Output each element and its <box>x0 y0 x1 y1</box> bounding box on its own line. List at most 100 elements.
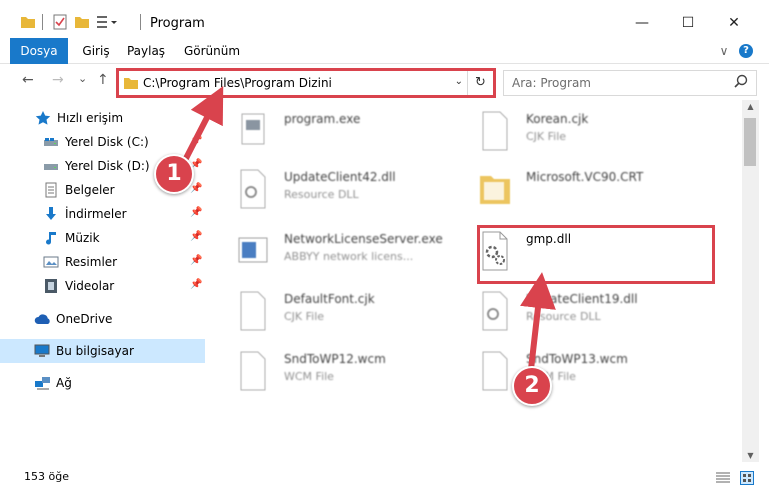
sidebar-item-quick-access[interactable]: Hızlı erişim <box>0 106 205 130</box>
file-item-networklicenseserver[interactable]: NetworkLicenseServer.exe ABBYY network l… <box>236 228 476 280</box>
documents-icon <box>43 182 59 198</box>
downloads-icon <box>43 206 59 222</box>
step-1-badge: 1 <box>154 154 194 194</box>
file-item-updateclient42[interactable]: UpdateClient42.dll Resource DLL <box>236 166 476 218</box>
file-name: program.exe <box>284 112 361 126</box>
file-type: WCM File <box>284 370 334 383</box>
recent-locations-button[interactable]: ⌄ <box>78 72 87 85</box>
forward-button[interactable]: → <box>52 72 64 88</box>
large-icons-view-icon[interactable] <box>740 471 754 488</box>
window-title: Program <box>150 16 205 31</box>
separator <box>140 14 141 30</box>
file-item-korean-cjk[interactable]: Korean.cjk CJK File <box>478 108 718 160</box>
sidebar-item-pictures[interactable]: Resimler 📌 <box>0 250 205 274</box>
scroll-up-icon[interactable]: ▲ <box>742 102 759 111</box>
scroll-thumb[interactable] <box>744 118 756 166</box>
sidebar-item-label: Müzik <box>65 231 100 245</box>
item-count: 153 öğe <box>24 470 69 483</box>
file-name: Microsoft.VC90.CRT <box>526 170 644 184</box>
file-name: SndToWP13.wcm <box>526 352 628 366</box>
sidebar-item-label: Yerel Disk (D:) <box>65 159 150 173</box>
videos-icon <box>43 278 59 294</box>
music-icon <box>43 230 59 246</box>
step-2-badge: 2 <box>512 366 552 406</box>
title-bar: Program — ☐ ✕ <box>0 0 769 38</box>
sidebar-item-videos[interactable]: Videolar 📌 <box>0 274 205 298</box>
address-highlight <box>116 68 496 98</box>
sidebar-item-onedrive[interactable]: OneDrive <box>0 307 205 331</box>
pin-icon[interactable]: 📌 <box>190 231 202 242</box>
tab-view[interactable]: Görünüm <box>182 38 242 64</box>
file-item-sndtowp12[interactable]: SndToWP12.wcm WCM File <box>236 348 476 400</box>
sidebar-item-label: Yerel Disk (C:) <box>65 135 149 149</box>
scroll-down-icon[interactable]: ▼ <box>742 451 759 460</box>
file-item-defaultfont[interactable]: DefaultFont.cjk CJK File <box>236 288 476 340</box>
help-icon[interactable]: ? <box>739 44 753 58</box>
pin-icon[interactable]: 📌 <box>190 183 202 194</box>
drive-icon <box>43 158 59 174</box>
file-item-program-exe[interactable]: program.exe <box>236 108 476 160</box>
cloud-icon <box>34 311 50 327</box>
sidebar-item-label: Hızlı erişim <box>57 111 124 125</box>
dll-icon <box>478 290 512 332</box>
customize-toolbar-icon[interactable] <box>96 14 118 33</box>
pictures-icon <box>43 254 59 270</box>
search-input[interactable]: Ara: Program <box>503 70 757 96</box>
file-icon <box>236 290 270 332</box>
file-type: CJK File <box>284 310 325 323</box>
pin-icon[interactable]: 📌 <box>190 207 202 218</box>
search-placeholder: Ara: Program <box>512 76 591 90</box>
file-name: Korean.cjk <box>526 112 589 126</box>
file-icon <box>478 350 512 392</box>
folder-icon <box>20 14 36 33</box>
ribbon-tabs: Dosya Giriş Paylaş Görünüm ∨ ? <box>0 38 769 90</box>
file-name: SndToWP12.wcm <box>284 352 386 366</box>
file-icon <box>236 350 270 392</box>
sidebar-item-label: İndirmeler <box>65 207 127 221</box>
network-icon <box>34 375 50 391</box>
status-bar: 153 öğe <box>0 462 769 501</box>
pin-icon[interactable]: 📌 <box>190 279 202 290</box>
file-item-microsoft-vc90-crt[interactable]: Microsoft.VC90.CRT <box>478 166 718 218</box>
computer-icon <box>34 343 50 359</box>
file-type: Resource DLL <box>526 310 601 323</box>
minimize-button[interactable]: — <box>619 8 665 38</box>
pin-icon[interactable]: 📌 <box>190 135 202 146</box>
file-name: UpdateClient19.dll <box>526 292 638 306</box>
properties-icon[interactable] <box>52 14 68 33</box>
sidebar-item-label: Bu bilgisayar <box>56 344 134 358</box>
search-icon[interactable] <box>734 74 748 92</box>
sidebar-item-label: Videolar <box>65 279 115 293</box>
star-icon <box>35 110 51 126</box>
file-type: CJK File <box>526 130 567 143</box>
vertical-scrollbar[interactable]: ▲ ▼ <box>742 100 759 462</box>
ribbon-collapse-icon[interactable]: ∨ <box>716 38 732 64</box>
sidebar-item-label: OneDrive <box>56 312 113 326</box>
maximize-button[interactable]: ☐ <box>665 8 711 38</box>
sidebar-item-network[interactable]: Ağ <box>0 371 205 395</box>
file-item-updateclient19[interactable]: UpdateClient19.dll Resource DLL <box>478 288 718 340</box>
sidebar-item-music[interactable]: Müzik 📌 <box>0 226 205 250</box>
file-name: DefaultFont.cjk <box>284 292 375 306</box>
details-view-icon[interactable] <box>716 472 730 487</box>
sidebar-item-label: Resimler <box>65 255 118 269</box>
sidebar-item-label: Ağ <box>56 376 72 390</box>
file-name: UpdateClient42.dll <box>284 170 396 184</box>
exe-icon <box>236 110 270 152</box>
file-icon <box>478 110 512 152</box>
close-button[interactable]: ✕ <box>711 8 757 38</box>
tab-home[interactable]: Giriş <box>76 38 116 64</box>
back-button[interactable]: ← <box>22 72 34 88</box>
dll-icon <box>236 168 270 210</box>
sidebar-item-local-disk-c[interactable]: Yerel Disk (C:) 📌 <box>0 130 205 154</box>
sidebar-item-downloads[interactable]: İndirmeler 📌 <box>0 202 205 226</box>
up-button[interactable]: ↑ <box>97 72 109 88</box>
separator <box>42 14 43 30</box>
new-folder-icon[interactable] <box>74 14 90 33</box>
drive-icon <box>43 134 59 150</box>
file-name: NetworkLicenseServer.exe <box>284 232 443 246</box>
file-type: ABBYY network licens... <box>284 250 414 263</box>
pin-icon[interactable]: 📌 <box>190 255 202 266</box>
tab-share[interactable]: Paylaş <box>124 38 168 64</box>
sidebar-item-this-pc[interactable]: Bu bilgisayar <box>0 339 205 363</box>
